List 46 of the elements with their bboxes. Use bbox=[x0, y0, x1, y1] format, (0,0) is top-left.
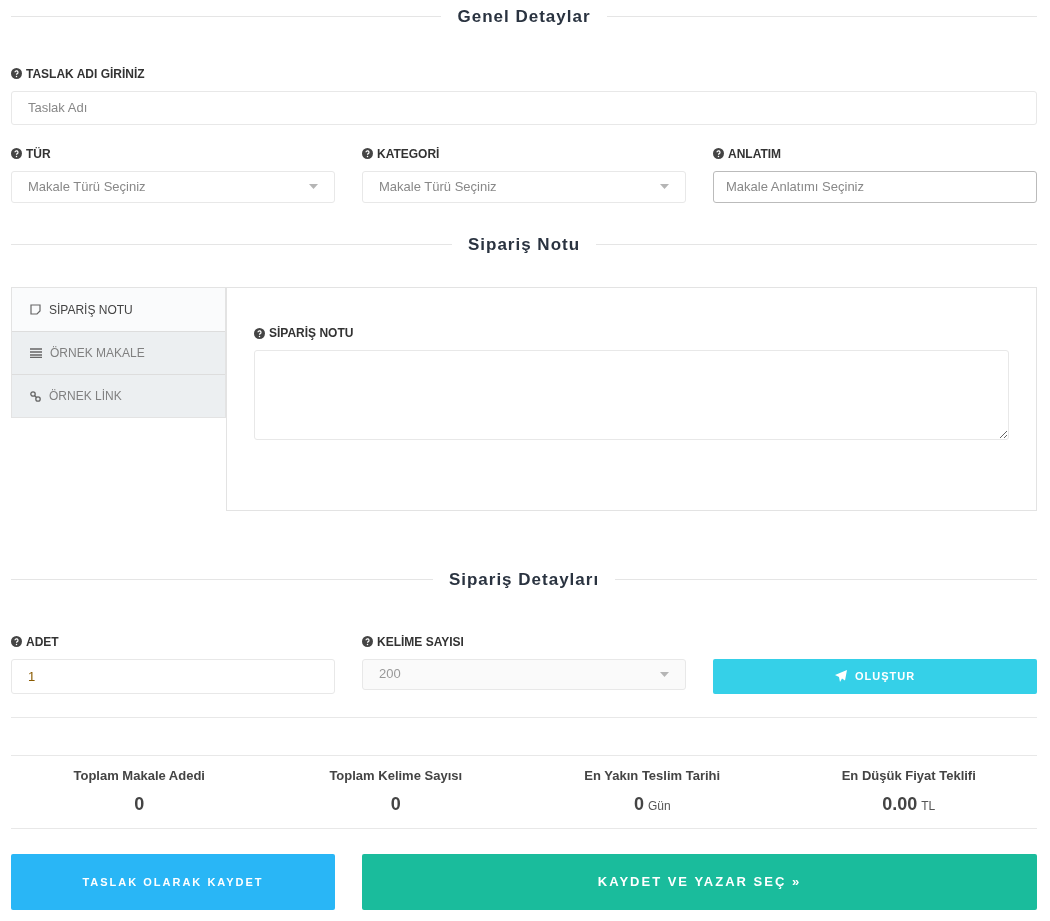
note-icon bbox=[30, 304, 41, 315]
stat-label: En Düşük Fiyat Teklifi bbox=[841, 766, 976, 785]
caret-icon bbox=[660, 671, 669, 677]
help-icon bbox=[362, 636, 373, 647]
help-icon bbox=[11, 148, 22, 159]
help-icon bbox=[11, 68, 22, 79]
save-button[interactable]: KAYDET VE YAZAR SEÇ » bbox=[362, 854, 1037, 910]
help-icon bbox=[713, 148, 724, 159]
save-draft-button[interactable]: TASLAK OLARAK KAYDET bbox=[11, 854, 335, 910]
field-label: ADET bbox=[26, 633, 59, 651]
help-icon bbox=[11, 636, 22, 647]
tab[interactable]: ÖRNEK MAKALE bbox=[12, 331, 225, 374]
note-textarea[interactable] bbox=[254, 350, 1009, 440]
caret-icon bbox=[660, 184, 669, 189]
link-icon bbox=[30, 390, 41, 402]
help-icon bbox=[254, 327, 265, 339]
field-label: KELİME SAYISI bbox=[377, 633, 464, 651]
stat-value: 0 bbox=[134, 793, 145, 816]
field-label: TÜR bbox=[26, 145, 51, 163]
caret-icon bbox=[309, 184, 318, 189]
stat-value: 0 bbox=[390, 793, 401, 816]
input-field[interactable]: 1 bbox=[11, 658, 335, 694]
field-label: TASLAK ADI GİRİNİZ bbox=[26, 65, 145, 83]
stat-unit: TL bbox=[921, 798, 936, 815]
stat-value: 0.00 bbox=[882, 793, 918, 816]
select-field[interactable]: 200 bbox=[362, 658, 686, 690]
list-icon bbox=[30, 348, 42, 358]
stat-label: Toplam Kelime Sayısı bbox=[329, 766, 463, 785]
stat-label: Toplam Makale Adedi bbox=[73, 766, 205, 785]
tab[interactable]: ÖRNEK LİNK bbox=[12, 374, 225, 417]
stat-label: En Yakın Teslim Tarihi bbox=[584, 766, 721, 785]
stat-value: 0 bbox=[633, 793, 644, 816]
send-icon bbox=[834, 670, 847, 682]
select-field[interactable]: Makale Türü Seçiniz bbox=[11, 170, 335, 203]
field-label: ANLATIM bbox=[728, 145, 782, 163]
field-label: SİPARİŞ NOTU bbox=[269, 325, 354, 342]
tab[interactable]: SİPARİŞ NOTU bbox=[12, 288, 225, 331]
stat-unit: Gün bbox=[647, 798, 671, 815]
create-button[interactable]: OLUŞTUR bbox=[713, 658, 1037, 694]
section-heading: Sipariş Notu bbox=[467, 233, 581, 256]
section-heading: Sipariş Detayları bbox=[448, 569, 600, 591]
section-heading: Genel Detaylar bbox=[457, 6, 591, 28]
select-field[interactable]: Makale Türü Seçiniz bbox=[362, 170, 686, 203]
field-label: KATEGORİ bbox=[377, 145, 440, 163]
input-field[interactable]: Makale Anlatımı Seçiniz bbox=[713, 170, 1037, 203]
help-icon bbox=[362, 148, 373, 159]
